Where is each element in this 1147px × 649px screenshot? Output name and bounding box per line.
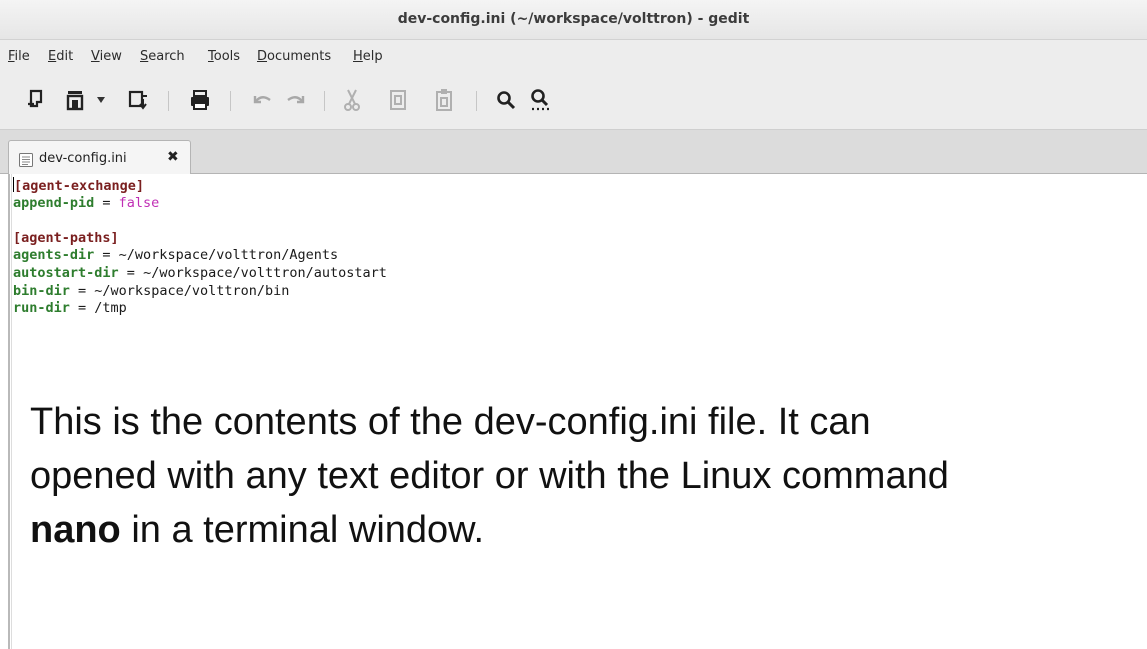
cut-button[interactable] [338,86,366,114]
toolbar-separator [230,91,231,111]
text-document-icon [19,153,33,167]
print-icon [191,90,209,110]
note-line-3: nano in a terminal window. [30,503,1135,557]
search-icon [497,91,516,110]
note-line-1: This is the contents of the dev-config.i… [30,401,871,443]
menu-bar: File Edit View Search Tools Documents He… [0,40,1147,73]
code-line[interactable] [13,212,387,230]
note-bold-word: nano [30,509,121,551]
gedit-window: dev-config.ini (~/workspace/volttron) - … [0,0,1147,649]
menu-tools[interactable]: Tools [208,49,240,64]
open-button[interactable] [62,86,90,114]
code-line[interactable]: [agent-paths] [13,230,387,248]
new-document-button[interactable] [22,86,50,114]
ini-key: agents-dir [13,247,95,264]
tab-dev-config[interactable]: dev-config.ini ✖ [8,140,191,175]
close-icon[interactable]: ✖ [167,150,179,164]
ini-key: append-pid [13,194,95,211]
ini-section: [agent-paths] [13,229,119,246]
ini-equals: = [69,300,95,317]
open-recent-dropdown[interactable] [92,86,110,114]
menu-view[interactable]: View [91,49,122,64]
menu-help[interactable]: Help [353,49,383,64]
editor-left-border [8,174,10,649]
undo-icon [253,96,271,104]
tab-label: dev-config.ini [39,151,127,166]
note-line-2: opened with any text editor or with the … [30,455,949,497]
copy-button[interactable] [384,86,412,114]
ini-equals: = [69,282,95,299]
cut-icon [344,89,360,111]
ini-equals: = [94,247,119,264]
note-line-3-rest: in a terminal window. [120,509,485,551]
find-button[interactable] [492,86,520,114]
chevron-down-icon [97,97,105,103]
code-view[interactable]: [agent-exchange] append-pid = false [agen… [13,177,387,318]
ini-equals: = [118,264,144,281]
toolbar-separator [168,91,169,111]
ini-value: false [118,194,160,211]
code-line[interactable]: autostart-dir = ~/workspace/volttron/aut… [13,265,387,283]
print-button[interactable] [186,86,214,114]
menu-documents[interactable]: Documents [257,49,331,64]
menu-file[interactable]: File [8,49,30,64]
code-line[interactable]: bin-dir = ~/workspace/volttron/bin [13,283,387,301]
redo-icon [287,96,305,104]
ini-key: autostart-dir [13,264,119,281]
ini-value: ~/workspace/volttron/autostart [143,264,387,281]
copy-icon [390,90,406,110]
paste-button[interactable] [430,86,458,114]
open-folder-icon [66,91,84,111]
window-title: dev-config.ini (~/workspace/volttron) - … [397,11,750,27]
ini-value: ~/workspace/volttron/bin [94,282,290,299]
editor-left-border-inner [11,174,12,649]
menu-edit[interactable]: Edit [48,49,73,64]
toolbar-separator [324,91,325,111]
code-line[interactable]: append-pid = false [13,195,387,213]
ini-value: /tmp [94,300,127,317]
ini-value: ~/workspace/volttron/Agents [118,247,339,264]
explanation-note: This is the contents of the dev-config.i… [30,395,1135,557]
ini-section: [agent-exchange] [14,178,145,194]
ini-key: run-dir [13,300,70,317]
search-replace-icon [531,89,549,111]
menu-search[interactable]: Search [140,49,185,64]
ini-equals: = [94,194,119,211]
document-tab-strip: dev-config.ini ✖ [0,130,1147,175]
title-bar[interactable]: dev-config.ini (~/workspace/volttron) - … [0,0,1147,40]
ini-key: bin-dir [13,282,70,299]
undo-button[interactable] [248,86,276,114]
save-icon [128,90,147,110]
redo-button[interactable] [282,86,310,114]
paste-icon [436,89,452,111]
save-button[interactable] [124,86,152,114]
code-line[interactable]: agents-dir = ~/workspace/volttron/Agents [13,247,387,265]
toolbar-separator [476,91,477,111]
new-document-icon [28,89,43,108]
code-line[interactable]: [agent-exchange] [13,177,387,195]
toolbar [0,73,1147,130]
find-replace-button[interactable] [526,86,554,114]
code-line[interactable]: run-dir = /tmp [13,300,387,318]
